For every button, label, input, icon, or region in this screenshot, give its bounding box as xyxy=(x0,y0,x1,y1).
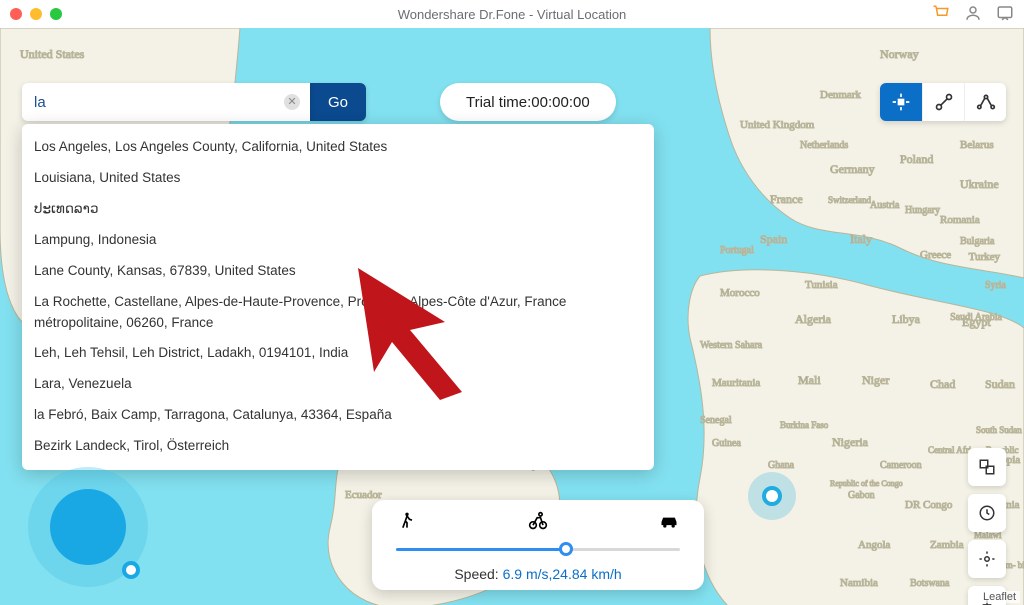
svg-text:Syria: Syria xyxy=(985,280,1007,291)
app-title: Wondershare Dr.Fone - Virtual Location xyxy=(398,7,627,22)
joystick-knob[interactable] xyxy=(122,561,140,579)
titlebar-actions xyxy=(932,4,1014,22)
svg-text:Belarus: Belarus xyxy=(960,139,994,151)
svg-text:Morocco: Morocco xyxy=(720,287,760,299)
svg-text:Hungary: Hungary xyxy=(905,205,940,216)
virtual-joystick[interactable] xyxy=(28,467,148,587)
mode-multi-stop[interactable] xyxy=(964,83,1006,121)
suggestion-item[interactable]: Lane County, Kansas, 67839, United State… xyxy=(22,256,654,287)
mode-teleport[interactable] xyxy=(880,83,922,121)
suggestion-item[interactable]: la Febró, Baix Camp, Tarragona, Cataluny… xyxy=(22,400,654,431)
svg-text:DR Congo: DR Congo xyxy=(905,499,953,511)
svg-text:Algeria: Algeria xyxy=(795,312,832,326)
speed-slider[interactable] xyxy=(396,541,680,557)
svg-text:Guinea: Guinea xyxy=(712,438,741,449)
account-icon[interactable] xyxy=(964,4,982,22)
svg-text:Bulgaria: Bulgaria xyxy=(960,236,995,247)
search-box: ✕ xyxy=(22,83,310,121)
svg-text:Norway: Norway xyxy=(880,47,919,61)
mode-one-stop[interactable] xyxy=(922,83,964,121)
svg-text:Zambia: Zambia xyxy=(930,539,964,551)
svg-text:Saudi Arabia: Saudi Arabia xyxy=(950,312,1002,323)
history-button[interactable] xyxy=(968,494,1006,532)
svg-text:Chad: Chad xyxy=(930,377,955,391)
map-attribution: Leaflet xyxy=(979,591,1020,603)
search-suggestions: Los Angeles, Los Angeles County, Califor… xyxy=(22,124,654,470)
minimize-window[interactable] xyxy=(30,8,42,20)
svg-text:Greece: Greece xyxy=(920,249,951,261)
svg-text:Poland: Poland xyxy=(900,152,933,166)
svg-text:South Sudan: South Sudan xyxy=(976,425,1022,435)
svg-text:Niger: Niger xyxy=(862,373,889,387)
svg-text:Turkey: Turkey xyxy=(969,251,1001,263)
svg-text:Romania: Romania xyxy=(940,214,980,226)
center-button[interactable] xyxy=(968,540,1006,578)
svg-text:Ecuador: Ecuador xyxy=(345,489,382,501)
go-button[interactable]: Go xyxy=(310,83,366,121)
search-bar: ✕ Go xyxy=(22,83,366,121)
trial-time: 00:00:00 xyxy=(531,94,589,111)
speed-panel: Speed: 6.9 m/s,24.84 km/h xyxy=(372,500,704,590)
svg-text:France: France xyxy=(770,192,803,206)
suggestion-item[interactable]: La Rochette, Castellane, Alpes-de-Haute-… xyxy=(22,287,654,339)
car-icon[interactable] xyxy=(658,510,680,532)
current-location-marker xyxy=(748,472,796,520)
svg-text:Sudan: Sudan xyxy=(985,377,1015,391)
walk-icon[interactable] xyxy=(396,510,418,532)
svg-text:Denmark: Denmark xyxy=(820,89,861,101)
svg-text:United Kingdom: United Kingdom xyxy=(740,119,815,131)
close-window[interactable] xyxy=(10,8,22,20)
svg-text:Ukraine: Ukraine xyxy=(960,177,999,191)
map-controls-stack: + − xyxy=(968,448,1006,605)
svg-text:Spain: Spain xyxy=(760,232,787,246)
svg-text:Mali: Mali xyxy=(798,373,821,387)
suggestion-item[interactable]: Leh, Leh Tehsil, Leh District, Ladakh, 0… xyxy=(22,338,654,369)
bike-icon[interactable] xyxy=(527,510,549,532)
zoom-window[interactable] xyxy=(50,8,62,20)
svg-text:Burkina Faso: Burkina Faso xyxy=(780,420,829,430)
svg-text:Cameroon: Cameroon xyxy=(880,460,922,471)
svg-text:Republic of the Congo: Republic of the Congo xyxy=(830,479,903,488)
import-export-button[interactable] xyxy=(968,448,1006,486)
svg-text:Senegal: Senegal xyxy=(700,415,732,426)
svg-text:Netherlands: Netherlands xyxy=(800,140,848,151)
search-input[interactable] xyxy=(34,94,298,111)
suggestion-item[interactable]: Bezirk Landeck, Tirol, Österreich xyxy=(22,431,654,462)
suggestion-item[interactable]: Lara, Venezuela xyxy=(22,369,654,400)
cart-icon[interactable] xyxy=(932,4,950,22)
svg-text:Western Sahara: Western Sahara xyxy=(700,340,763,351)
svg-text:Gabon: Gabon xyxy=(848,490,875,501)
trial-time-pill: Trial time: 00:00:00 xyxy=(440,83,616,121)
speed-readout: Speed: 6.9 m/s,24.84 km/h xyxy=(396,566,680,582)
titlebar: Wondershare Dr.Fone - Virtual Location xyxy=(0,0,1024,28)
svg-text:Libya: Libya xyxy=(892,312,921,326)
suggestion-item[interactable]: Lampung, Indonesia xyxy=(22,225,654,256)
route-mode-group xyxy=(880,83,1006,121)
annotation-arrow xyxy=(350,260,490,400)
svg-text:Portugal: Portugal xyxy=(720,245,754,256)
feedback-icon[interactable] xyxy=(996,4,1014,22)
svg-text:Nigeria: Nigeria xyxy=(832,435,869,449)
trial-label: Trial time: xyxy=(466,94,531,111)
slider-thumb[interactable] xyxy=(559,542,573,556)
svg-text:Mauritania: Mauritania xyxy=(712,377,760,389)
map-canvas[interactable]: United States Mexico Cuba Guatemala Hond… xyxy=(0,28,1024,605)
svg-text:Ghana: Ghana xyxy=(768,460,795,471)
clear-search-icon[interactable]: ✕ xyxy=(284,94,300,110)
svg-text:Tunisia: Tunisia xyxy=(805,279,838,291)
svg-text:Angola: Angola xyxy=(858,539,891,551)
svg-text:Italy: Italy xyxy=(850,232,872,246)
svg-text:Austria: Austria xyxy=(870,200,900,211)
suggestion-item[interactable]: ປະເທດລາວ xyxy=(22,194,654,225)
svg-text:Germany: Germany xyxy=(830,162,875,176)
svg-text:United States: United States xyxy=(20,47,85,61)
suggestion-item[interactable]: Louisiana, United States xyxy=(22,163,654,194)
suggestion-item[interactable]: Los Angeles, Los Angeles County, Califor… xyxy=(22,132,654,163)
window-controls xyxy=(10,8,62,20)
svg-text:Namibia: Namibia xyxy=(840,577,878,589)
svg-text:Botswana: Botswana xyxy=(910,578,950,589)
svg-text:Switzerland: Switzerland xyxy=(828,195,871,205)
